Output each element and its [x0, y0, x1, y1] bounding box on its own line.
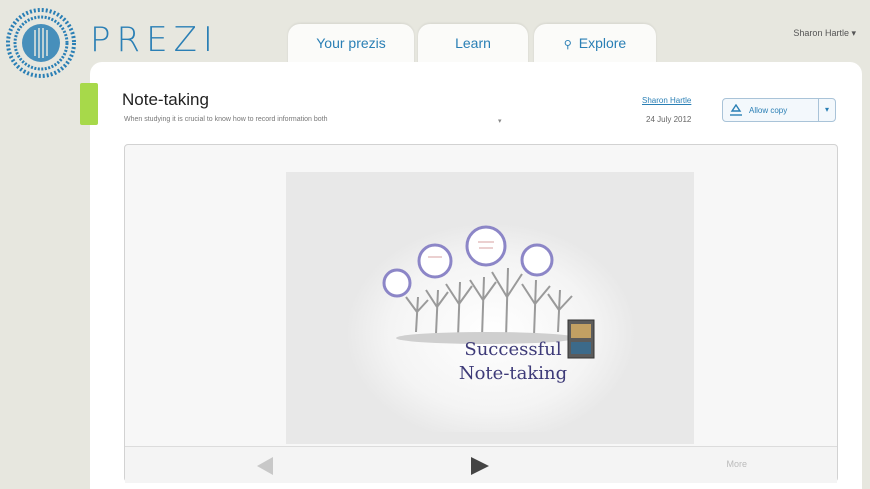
tab-label: Explore [578, 35, 627, 51]
search-icon: ⚲ [563, 39, 572, 51]
prezi-logo-icon[interactable] [6, 8, 76, 78]
author-link[interactable]: Sharon Hartle [642, 96, 691, 105]
bubble-frame [520, 243, 554, 277]
slide-illustration [346, 212, 636, 432]
more-button[interactable]: More [726, 459, 747, 469]
allow-copy-label: Allow copy [749, 105, 788, 115]
prezi-date: 24 July 2012 [646, 115, 692, 124]
bubble-frame [382, 268, 412, 298]
bubble-frame [417, 243, 453, 279]
allow-copy-button[interactable]: Allow copy ▾ [722, 98, 836, 122]
user-name: Sharon Hartle [793, 28, 849, 38]
title-accent-bar [80, 83, 98, 125]
previous-arrow-icon[interactable] [257, 457, 273, 475]
slide-title: Successful Note-taking [438, 338, 588, 386]
prezi-title: Note-taking [122, 90, 209, 109]
tab-label: Learn [455, 35, 491, 51]
chevron-down-icon[interactable]: ▾ [818, 99, 835, 121]
prezi-canvas[interactable] [286, 172, 694, 444]
slide-title-line1: Successful [464, 339, 562, 360]
user-menu[interactable]: Sharon Hartle ▾ [793, 28, 856, 39]
chevron-down-icon: ▾ [851, 28, 856, 38]
viewer-controls: More [125, 446, 837, 483]
slide-title-line2: Note-taking [458, 363, 568, 384]
next-arrow-icon[interactable] [471, 457, 489, 475]
bubble-frame [465, 225, 507, 267]
recycle-icon [727, 104, 745, 116]
description-expand-icon[interactable]: ▾ [498, 117, 502, 125]
brand-wordmark[interactable]: PREZI [90, 20, 219, 60]
tab-label: Your prezis [316, 35, 386, 51]
prezi-description: When studying it is crucial to know how … [124, 116, 328, 123]
